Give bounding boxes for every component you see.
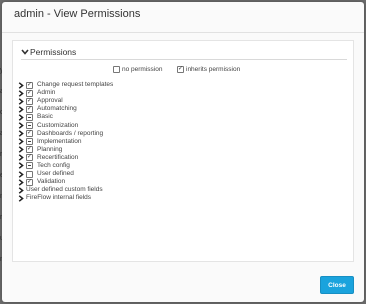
chevron-right-icon[interactable]	[17, 186, 24, 194]
permissions-dialog: admin - View Permissions Permissions no …	[2, 2, 364, 302]
permission-tree-row[interactable]: User defined custom fields	[17, 186, 337, 194]
permission-tree-row[interactable]: Dashboards / reporting	[17, 130, 337, 138]
permission-label: User defined custom fields	[26, 186, 103, 194]
chevron-right-icon[interactable]	[17, 138, 24, 146]
permission-checkbox[interactable]	[26, 170, 33, 178]
permission-label: Implementation	[37, 137, 82, 145]
permission-checkbox[interactable]	[26, 154, 33, 162]
chevron-right-icon[interactable]	[17, 194, 24, 202]
legend-inherits-permission-label: inherits permission	[186, 66, 241, 73]
permission-tree-row[interactable]: Planning	[17, 146, 337, 154]
legend-no-permission: no permission	[113, 65, 162, 74]
permission-label: Automatching	[37, 105, 77, 113]
chevron-right-icon[interactable]	[17, 130, 24, 138]
permission-tree-row[interactable]: FireFlow internal fields	[17, 194, 337, 202]
chevron-right-icon[interactable]	[17, 146, 24, 154]
permission-tree-row[interactable]: Automatching	[17, 105, 337, 113]
chevron-right-icon[interactable]	[17, 122, 24, 130]
permission-checkbox[interactable]	[26, 130, 33, 138]
permission-tree-row[interactable]: Recertification	[17, 154, 337, 162]
dialog-header: admin - View Permissions	[2, 2, 364, 33]
permission-label: FireFlow internal fields	[26, 194, 92, 202]
permissions-section-header[interactable]: Permissions	[21, 47, 347, 60]
chevron-right-icon[interactable]	[17, 81, 24, 89]
permission-checkbox[interactable]	[26, 113, 33, 121]
permission-tree-row[interactable]: Implementation	[17, 138, 337, 146]
permission-tree-row[interactable]: Tech config	[17, 162, 337, 170]
chevron-right-icon[interactable]	[17, 178, 24, 186]
chevron-right-icon[interactable]	[17, 162, 24, 170]
permission-tree-row[interactable]: User defined	[17, 170, 337, 178]
checked-checkbox-icon	[177, 66, 184, 73]
permission-label: Admin	[37, 89, 56, 97]
permission-label: Customization	[37, 121, 79, 129]
chevron-right-icon[interactable]	[17, 97, 24, 105]
permission-tree-row[interactable]: Change request templates	[17, 81, 337, 89]
permission-label: Tech config	[37, 161, 70, 169]
permission-tree-row[interactable]: Customization	[17, 121, 337, 130]
dialog-title: admin - View Permissions	[14, 8, 141, 20]
chevron-right-icon[interactable]	[17, 113, 24, 121]
close-button[interactable]: Close	[320, 276, 354, 294]
permission-checkbox[interactable]	[26, 89, 33, 97]
legend-inherits-permission: inherits permission	[177, 65, 240, 74]
permission-label: Dashboards / reporting	[37, 129, 104, 137]
permission-label: Recertification	[37, 153, 79, 161]
permission-label: Validation	[37, 178, 66, 186]
permission-checkbox[interactable]	[26, 81, 33, 89]
permission-checkbox[interactable]	[26, 162, 33, 170]
permission-label: Basic	[37, 113, 53, 121]
permission-label: Planning	[37, 145, 63, 153]
chevron-right-icon[interactable]	[17, 105, 24, 113]
permission-checkbox[interactable]	[26, 122, 33, 130]
chevron-right-icon[interactable]	[17, 89, 24, 97]
permission-checkbox[interactable]	[26, 97, 33, 105]
chevron-down-icon[interactable]	[21, 48, 29, 59]
permission-tree-row[interactable]: Basic	[17, 113, 337, 121]
permission-checkbox[interactable]	[26, 146, 33, 154]
chevron-right-icon[interactable]	[17, 154, 24, 162]
permission-tree-row[interactable]: Approval	[17, 97, 337, 105]
permission-checkbox[interactable]	[26, 178, 33, 186]
permissions-panel: Permissions no permission inherits permi…	[12, 40, 354, 262]
permission-checkbox[interactable]	[26, 138, 33, 146]
legend-no-permission-label: no permission	[122, 66, 163, 73]
permission-label: User defined	[37, 170, 74, 178]
permission-label: Change request templates	[37, 81, 114, 89]
permission-checkbox[interactable]	[26, 105, 33, 113]
permission-tree-row[interactable]: Admin	[17, 89, 337, 97]
permissions-section-title: Permissions	[30, 47, 77, 57]
empty-checkbox-icon	[113, 66, 120, 73]
permissions-tree: Change request templatesAdminApprovalAut…	[17, 81, 337, 202]
permission-label: Approval	[37, 97, 63, 105]
permission-tree-row[interactable]: Validation	[17, 178, 337, 186]
chevron-right-icon[interactable]	[17, 170, 24, 178]
